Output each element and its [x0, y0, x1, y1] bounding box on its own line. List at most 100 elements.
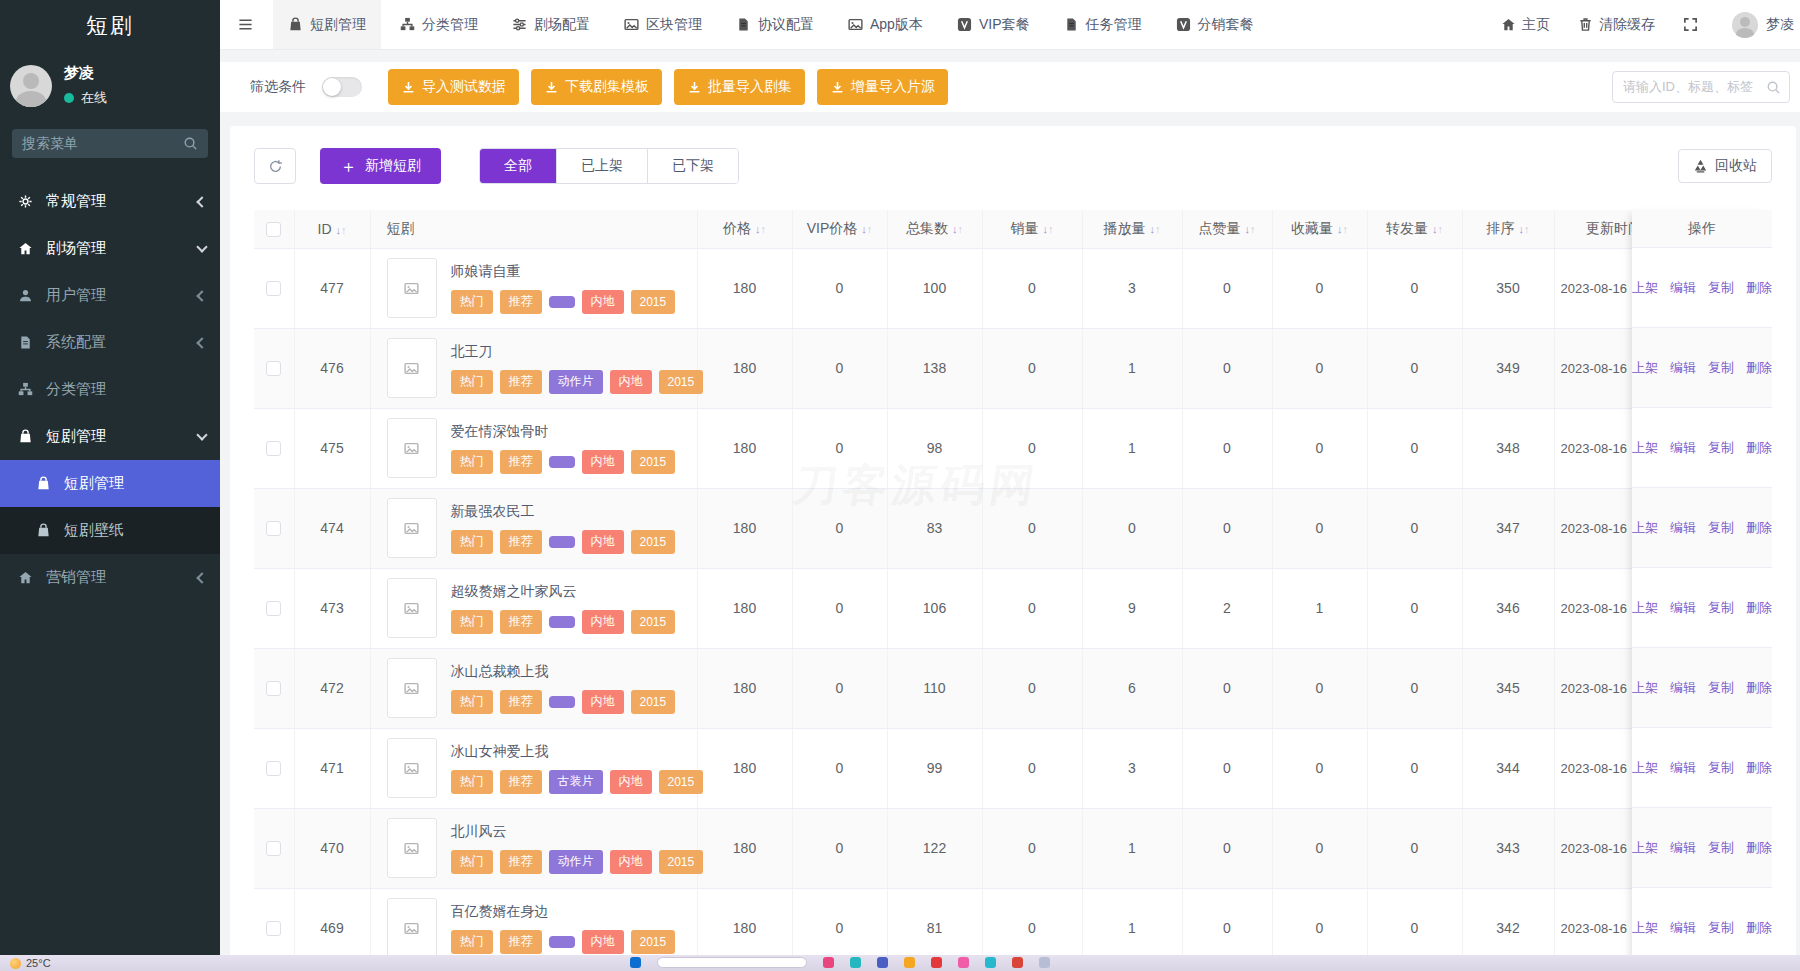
- action-link-上架[interactable]: 上架: [1632, 599, 1658, 617]
- refresh-button[interactable]: [254, 148, 296, 184]
- taskbar-app-icon[interactable]: [931, 957, 942, 968]
- action-link-上架[interactable]: 上架: [1632, 839, 1658, 857]
- thumbnail-placeholder[interactable]: [387, 578, 437, 638]
- recycle-bin-button[interactable]: 回收站: [1678, 149, 1772, 183]
- thumbnail-placeholder[interactable]: [387, 418, 437, 478]
- action-link-上架[interactable]: 上架: [1632, 919, 1658, 937]
- sort-icons[interactable]: ↓↑: [1337, 223, 1348, 235]
- navbar-username[interactable]: 梦凌: [1766, 16, 1800, 34]
- fullscreen-button[interactable]: [1669, 0, 1718, 49]
- action-link-编辑[interactable]: 编辑: [1670, 679, 1696, 697]
- action-link-编辑[interactable]: 编辑: [1670, 519, 1696, 537]
- action-link-删除[interactable]: 删除: [1746, 839, 1772, 857]
- column-header-ID[interactable]: ID↓↑: [294, 210, 370, 248]
- column-header-销量[interactable]: 销量↓↑: [982, 210, 1082, 248]
- action-link-删除[interactable]: 删除: [1746, 599, 1772, 617]
- sort-icons[interactable]: ↓↑: [1043, 223, 1054, 235]
- taskbar-app-icon[interactable]: [850, 957, 861, 968]
- column-header-播放量[interactable]: 播放量↓↑: [1082, 210, 1182, 248]
- taskbar-search[interactable]: [657, 957, 807, 968]
- row-checkbox[interactable]: [266, 281, 281, 296]
- action-link-上架[interactable]: 上架: [1632, 519, 1658, 537]
- nav-tab-区块管理[interactable]: 区块管理: [609, 0, 717, 49]
- action-link-上架[interactable]: 上架: [1632, 679, 1658, 697]
- action-link-上架[interactable]: 上架: [1632, 359, 1658, 377]
- sidebar-item-常规管理[interactable]: 常规管理: [0, 178, 220, 225]
- taskbar-weather[interactable]: 25°C: [10, 957, 51, 969]
- row-checkbox[interactable]: [266, 521, 281, 536]
- sidebar-item-剧场管理[interactable]: 剧场管理: [0, 225, 220, 272]
- taskbar-app-icon[interactable]: [877, 957, 888, 968]
- sort-icons[interactable]: ↓↑: [1150, 223, 1161, 235]
- action-link-编辑[interactable]: 编辑: [1670, 919, 1696, 937]
- sort-icons[interactable]: ↓↑: [336, 224, 347, 236]
- sidebar-item-营销管理[interactable]: 营销管理: [0, 554, 220, 601]
- thumbnail-placeholder[interactable]: [387, 738, 437, 798]
- nav-tab-短剧管理[interactable]: 短剧管理: [273, 0, 381, 49]
- nav-tab-分类管理[interactable]: 分类管理: [385, 0, 493, 49]
- import-button-导入测试数据[interactable]: 导入测试数据: [388, 69, 519, 105]
- nav-action-主页[interactable]: 主页: [1487, 0, 1564, 49]
- row-checkbox[interactable]: [266, 441, 281, 456]
- action-link-删除[interactable]: 删除: [1746, 679, 1772, 697]
- action-link-删除[interactable]: 删除: [1746, 439, 1772, 457]
- add-drama-button[interactable]: ＋新增短剧: [320, 148, 441, 184]
- table-search-input[interactable]: 请输入ID、标题、标签: [1612, 71, 1790, 103]
- action-link-上架[interactable]: 上架: [1632, 759, 1658, 777]
- row-checkbox[interactable]: [266, 681, 281, 696]
- taskbar-app-icon[interactable]: [630, 957, 641, 968]
- import-button-下载剧集模板[interactable]: 下载剧集模板: [531, 69, 662, 105]
- column-header-转发量[interactable]: 转发量↓↑: [1367, 210, 1462, 248]
- sidebar-search-input[interactable]: 搜索菜单: [12, 129, 208, 158]
- action-link-复制[interactable]: 复制: [1708, 599, 1734, 617]
- status-tab-已上架[interactable]: 已上架: [556, 149, 647, 183]
- nav-tab-协议配置[interactable]: 协议配置: [721, 0, 829, 49]
- action-link-复制[interactable]: 复制: [1708, 279, 1734, 297]
- taskbar-app-icon[interactable]: [1012, 957, 1023, 968]
- action-link-复制[interactable]: 复制: [1708, 919, 1734, 937]
- action-link-复制[interactable]: 复制: [1708, 839, 1734, 857]
- taskbar-app-icon[interactable]: [958, 957, 969, 968]
- import-button-批量导入剧集[interactable]: 批量导入剧集: [674, 69, 805, 105]
- action-link-编辑[interactable]: 编辑: [1670, 599, 1696, 617]
- nav-tab-App版本[interactable]: App版本: [833, 0, 938, 49]
- sort-icons[interactable]: ↓↑: [952, 223, 963, 235]
- column-header-VIP价格[interactable]: VIP价格↓↑: [792, 210, 887, 248]
- taskbar-app-icon[interactable]: [904, 957, 915, 968]
- action-link-删除[interactable]: 删除: [1746, 919, 1772, 937]
- thumbnail-placeholder[interactable]: [387, 658, 437, 718]
- row-checkbox[interactable]: [266, 361, 281, 376]
- thumbnail-placeholder[interactable]: [387, 338, 437, 398]
- row-checkbox[interactable]: [266, 841, 281, 856]
- thumbnail-placeholder[interactable]: [387, 258, 437, 318]
- action-link-删除[interactable]: 删除: [1746, 279, 1772, 297]
- import-button-增量导入片源[interactable]: 增量导入片源: [817, 69, 948, 105]
- action-link-删除[interactable]: 删除: [1746, 759, 1772, 777]
- action-link-复制[interactable]: 复制: [1708, 679, 1734, 697]
- column-header-点赞量[interactable]: 点赞量↓↑: [1182, 210, 1272, 248]
- action-link-编辑[interactable]: 编辑: [1670, 839, 1696, 857]
- column-header-总集数[interactable]: 总集数↓↑: [887, 210, 982, 248]
- action-link-编辑[interactable]: 编辑: [1670, 359, 1696, 377]
- row-checkbox[interactable]: [266, 921, 281, 936]
- taskbar-app-icon[interactable]: [823, 957, 834, 968]
- status-tab-全部[interactable]: 全部: [480, 149, 556, 183]
- row-checkbox[interactable]: [266, 601, 281, 616]
- nav-action-清除缓存[interactable]: 清除缓存: [1564, 0, 1669, 49]
- sort-icons[interactable]: ↓↑: [861, 223, 872, 235]
- thumbnail-placeholder[interactable]: [387, 818, 437, 878]
- action-link-编辑[interactable]: 编辑: [1670, 759, 1696, 777]
- sidebar-subitem-短剧管理[interactable]: 短剧管理: [0, 460, 220, 507]
- sort-icons[interactable]: ↓↑: [1432, 223, 1443, 235]
- thumbnail-placeholder[interactable]: [387, 898, 437, 958]
- sidebar-item-短剧管理[interactable]: 短剧管理: [0, 413, 220, 460]
- navbar-avatar[interactable]: [1732, 12, 1758, 38]
- sidebar-subitem-短剧壁纸[interactable]: 短剧壁纸: [0, 507, 220, 554]
- filter-toggle[interactable]: [322, 77, 362, 97]
- sidebar-item-系统配置[interactable]: 系统配置: [0, 319, 220, 366]
- status-tab-已下架[interactable]: 已下架: [647, 149, 738, 183]
- action-link-删除[interactable]: 删除: [1746, 359, 1772, 377]
- nav-tab-剧场配置[interactable]: 剧场配置: [497, 0, 605, 49]
- column-header-排序[interactable]: 排序↓↑: [1462, 210, 1554, 248]
- sort-icons[interactable]: ↓↑: [1245, 223, 1256, 235]
